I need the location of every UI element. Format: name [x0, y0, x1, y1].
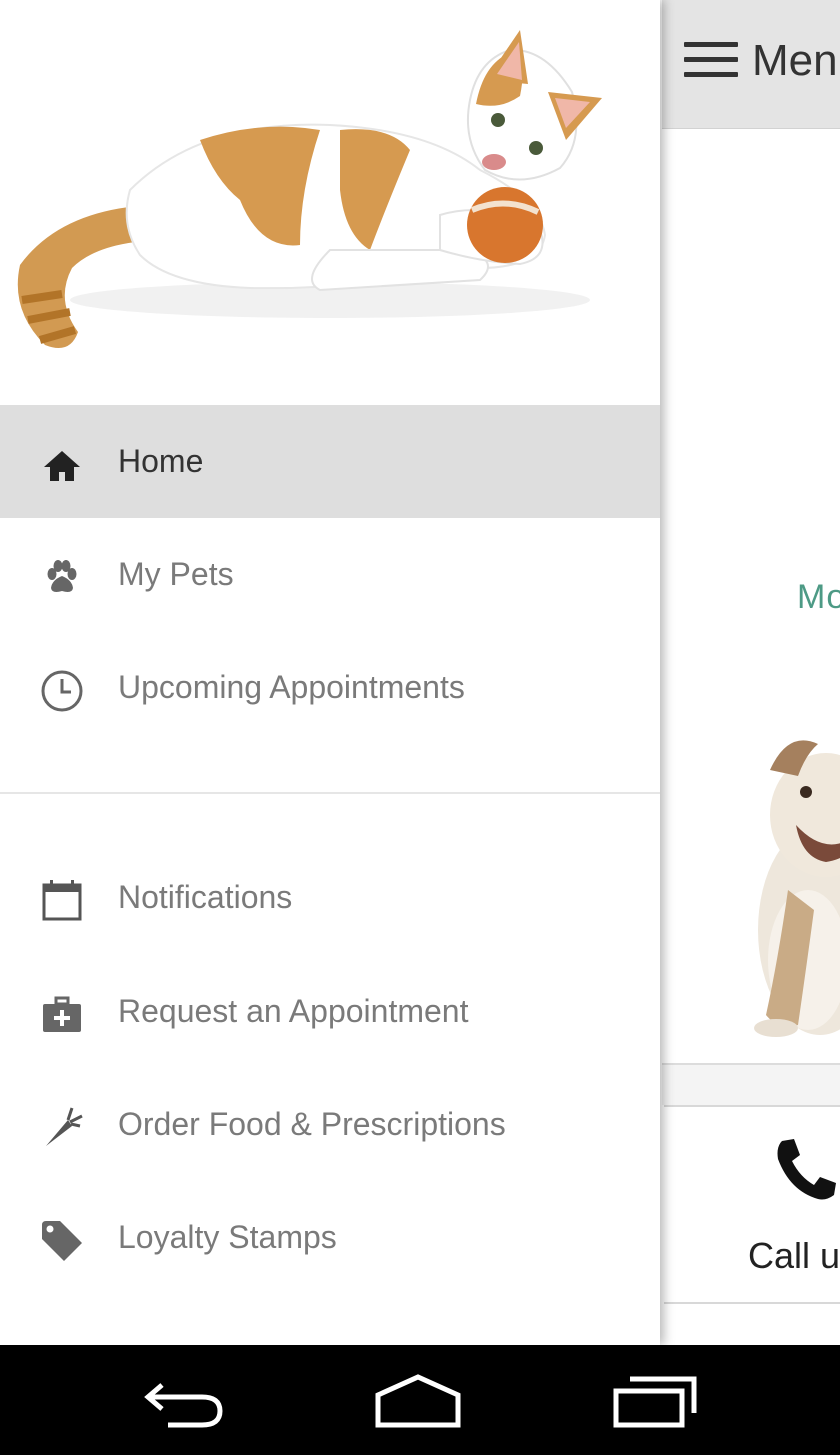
navigation-drawer: Home My Pets Upcoming Appointments Notif…	[0, 0, 660, 1345]
phone-icon	[777, 1139, 836, 1200]
tag-icon	[42, 1221, 82, 1261]
menu-label[interactable]: Men	[752, 36, 838, 86]
drawer-item-order-food[interactable]: Order Food & Prescriptions	[0, 1068, 660, 1181]
list-icon	[38, 1330, 86, 1345]
drawer-item-label: Upcoming Appointments	[118, 669, 465, 705]
back-icon[interactable]	[132, 1367, 232, 1433]
bulldog-image	[754, 740, 840, 1037]
recent-apps-icon[interactable]	[606, 1367, 706, 1433]
hamburger-menu-icon[interactable]	[684, 42, 738, 84]
drawer-item-label: Request an Appointment	[118, 993, 469, 1029]
app-toolbar: Men	[662, 0, 840, 129]
drawer-item-notifications[interactable]: Notifications	[0, 841, 660, 954]
call-us-label: Call u	[748, 1235, 840, 1276]
home-icon[interactable]	[368, 1367, 468, 1433]
drawer-item-label: Order Food & Prescriptions	[118, 1106, 506, 1142]
drawer-item-label: Notifications	[118, 879, 293, 915]
drawer-item-label: Home	[118, 443, 204, 479]
drawer-divider	[0, 792, 660, 794]
drawer-item-loyalty-stamps[interactable]: Loyalty Stamps	[0, 1181, 660, 1294]
drawer-item-upcoming-appointments[interactable]: Upcoming Appointments	[0, 631, 660, 744]
drawer-item-home[interactable]: Home	[0, 405, 660, 518]
drawer-header	[0, 0, 660, 405]
drawer-item-request-appointment[interactable]: Request an Appointment	[0, 955, 660, 1068]
drawer-item-partial[interactable]	[0, 1294, 660, 1345]
carrot-icon	[46, 1107, 83, 1146]
drawer-item-label: My Pets	[118, 556, 234, 592]
home-icon	[44, 451, 80, 481]
drawer-item-label: Loyalty Stamps	[118, 1219, 337, 1255]
drawer-item-my-pets[interactable]: My Pets	[0, 518, 660, 631]
system-nav-bar	[0, 1345, 840, 1455]
clock-icon	[41, 670, 83, 712]
cat-header-image	[17, 30, 602, 349]
call-us-card[interactable]: Call u	[664, 1105, 840, 1304]
content-band	[662, 1065, 840, 1105]
medical-bag-icon	[43, 996, 81, 1032]
more-link[interactable]: Mo	[797, 578, 840, 617]
paw-icon	[47, 560, 77, 592]
calendar-icon	[42, 880, 82, 921]
